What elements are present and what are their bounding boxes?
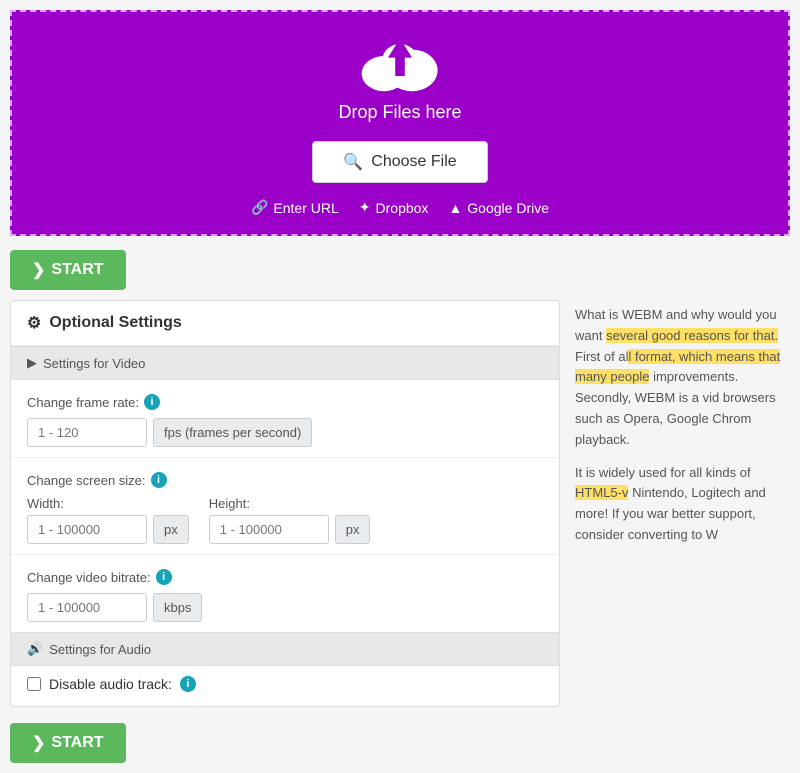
choose-file-label: Choose File: [371, 153, 456, 171]
start-button-bottom[interactable]: ❯ START: [10, 723, 126, 763]
width-label: Width:: [27, 496, 189, 511]
frame-rate-info-icon[interactable]: i: [144, 394, 160, 410]
source-links: 🔗 Enter URL ✦ Dropbox ▲ Google Drive: [251, 199, 549, 216]
screen-size-fields: Width: px Height: px: [27, 496, 543, 544]
bitrate-input[interactable]: [27, 593, 147, 622]
settings-title: ⚙ Optional Settings: [11, 301, 559, 346]
video-section-header: ▶ Settings for Video: [11, 346, 559, 380]
google-drive-label: Google Drive: [467, 200, 549, 216]
screen-size-row: Change screen size: i Width: px Height: …: [11, 458, 559, 554]
info-panel: What is WEBM and why would you want seve…: [575, 300, 790, 707]
start-button-top[interactable]: ❯ START: [10, 250, 126, 290]
height-input-group: px: [209, 515, 371, 544]
enter-url-link[interactable]: 🔗 Enter URL: [251, 199, 339, 216]
audio-section-header: 🔊 Settings for Audio: [11, 632, 559, 666]
screen-size-info-icon[interactable]: i: [151, 472, 167, 488]
info-paragraph-1: What is WEBM and why would you want seve…: [575, 305, 790, 451]
width-input-group: px: [27, 515, 189, 544]
google-drive-icon: ▲: [448, 200, 462, 216]
main-content: ⚙ Optional Settings ▶ Settings for Video…: [0, 300, 800, 707]
audio-icon: 🔊: [27, 641, 43, 657]
frame-rate-label: Change frame rate: i: [27, 394, 543, 410]
height-input[interactable]: [209, 515, 329, 544]
dropbox-label: Dropbox: [376, 200, 429, 216]
search-icon: 🔍: [343, 152, 363, 172]
google-drive-link[interactable]: ▲ Google Drive: [448, 199, 549, 216]
height-label: Height:: [209, 496, 371, 511]
bitrate-label-text: Change video bitrate:: [27, 570, 151, 585]
disable-audio-info-icon[interactable]: i: [180, 676, 196, 692]
settings-title-label: Optional Settings: [49, 314, 181, 332]
drop-zone[interactable]: Drop Files here 🔍 Choose File 🔗 Enter UR…: [10, 10, 790, 236]
dropbox-link[interactable]: ✦ Dropbox: [359, 199, 429, 216]
width-field: Width: px: [27, 496, 189, 544]
start-label-top: START: [51, 261, 103, 279]
disable-audio-checkbox[interactable]: [27, 677, 41, 691]
screen-size-label-text: Change screen size:: [27, 473, 146, 488]
chevron-right-icon-top: ❯: [32, 260, 45, 280]
bitrate-unit: kbps: [153, 593, 202, 622]
start-label-bottom: START: [51, 734, 103, 752]
gear-icon: ⚙: [27, 313, 41, 333]
cloud-upload-icon: [360, 32, 440, 92]
bitrate-info-icon[interactable]: i: [156, 569, 172, 585]
bitrate-input-group: kbps: [27, 593, 543, 622]
drop-files-text: Drop Files here: [338, 102, 461, 123]
enter-url-label: Enter URL: [273, 200, 338, 216]
bitrate-row: Change video bitrate: i kbps: [11, 555, 559, 632]
screen-size-label: Change screen size: i: [27, 472, 543, 488]
frame-rate-label-text: Change frame rate:: [27, 395, 139, 410]
settings-panel: ⚙ Optional Settings ▶ Settings for Video…: [10, 300, 560, 707]
disable-audio-label: Disable audio track:: [49, 676, 172, 692]
info-paragraph-2: It is widely used for all kinds of HTML5…: [575, 463, 790, 546]
height-field: Height: px: [209, 496, 371, 544]
choose-file-button[interactable]: 🔍 Choose File: [312, 141, 487, 183]
disable-audio-row: Disable audio track: i: [11, 666, 559, 706]
width-input[interactable]: [27, 515, 147, 544]
audio-section-label: Settings for Audio: [49, 642, 151, 657]
frame-rate-input[interactable]: [27, 418, 147, 447]
height-unit: px: [335, 515, 371, 544]
frame-rate-unit: fps (frames per second): [153, 418, 312, 447]
video-section-label: Settings for Video: [43, 356, 145, 371]
link-icon: 🔗: [251, 199, 268, 216]
frame-rate-input-group: fps (frames per second): [27, 418, 543, 447]
width-unit: px: [153, 515, 189, 544]
dropbox-icon: ✦: [359, 199, 371, 216]
chevron-right-icon-bottom: ❯: [32, 733, 45, 753]
frame-rate-row: Change frame rate: i fps (frames per sec…: [11, 380, 559, 457]
bitrate-label: Change video bitrate: i: [27, 569, 543, 585]
video-icon: ▶: [27, 355, 37, 371]
